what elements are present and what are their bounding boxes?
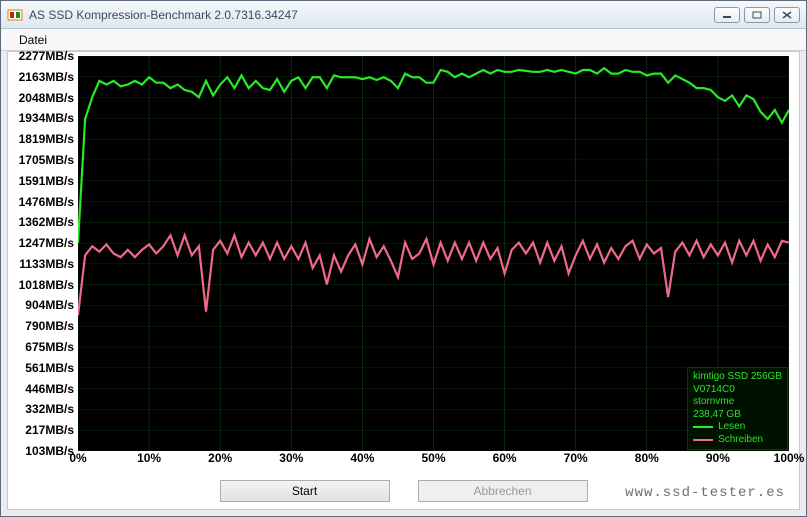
y-axis-labels: 103MB/s217MB/s332MB/s446MB/s561MB/s675MB…	[14, 56, 78, 451]
x-tick-label: 40%	[350, 451, 374, 465]
titlebar: AS SSD Kompression-Benchmark 2.0.7316.34…	[1, 1, 806, 29]
y-tick-label: 1476MB/s	[19, 195, 74, 209]
minimize-button[interactable]	[714, 7, 740, 23]
menu-file[interactable]: Datei	[11, 31, 55, 49]
plot: kimtigo SSD 256GB V0714C0 stornvme 238,4…	[78, 56, 789, 451]
button-bar: Start Abbrechen	[8, 473, 799, 509]
y-tick-label: 1247MB/s	[19, 236, 74, 250]
y-tick-label: 1133MB/s	[19, 257, 74, 271]
legend-nvme: stornvme	[693, 396, 782, 409]
client-area: 103MB/s 217MB/s 332MB/s 446MB/s 561MB/s 675MB…	[7, 51, 800, 510]
x-tick-label: 50%	[421, 451, 445, 465]
read-swatch	[693, 426, 713, 428]
legend-write-row: Schreiben	[693, 434, 782, 447]
cancel-button[interactable]: Abbrechen	[418, 480, 588, 502]
x-tick-label: 0%	[69, 451, 86, 465]
x-tick-label: 100%	[774, 451, 805, 465]
y-tick-label: 332MB/s	[25, 402, 74, 416]
legend-size: 238,47 GB	[693, 409, 782, 422]
x-tick-label: 80%	[635, 451, 659, 465]
y-tick-label: 2048MB/s	[19, 91, 74, 105]
legend-drive: kimtigo SSD 256GB	[693, 371, 782, 384]
chart-svg	[78, 56, 789, 451]
legend-read-label: Lesen	[718, 421, 745, 434]
y-tick-label: 675MB/s	[25, 340, 74, 354]
x-axis-labels: 0%10%20%30%40%50%60%70%80%90%100%	[78, 451, 789, 469]
x-tick-label: 10%	[137, 451, 161, 465]
legend: kimtigo SSD 256GB V0714C0 stornvme 238,4…	[687, 367, 788, 450]
y-tick-label: 1934MB/s	[19, 111, 74, 125]
y-tick-label: 217MB/s	[25, 423, 74, 437]
y-tick-label: 1705MB/s	[19, 153, 74, 167]
legend-write-label: Schreiben	[718, 434, 763, 447]
app-icon	[7, 7, 23, 23]
x-tick-label: 20%	[208, 451, 232, 465]
start-button[interactable]: Start	[220, 480, 390, 502]
x-tick-label: 60%	[493, 451, 517, 465]
window-title: AS SSD Kompression-Benchmark 2.0.7316.34…	[29, 8, 714, 22]
maximize-button[interactable]	[744, 7, 770, 23]
y-tick-label: 561MB/s	[25, 361, 74, 375]
window-controls	[714, 7, 800, 23]
chart-area: 103MB/s 217MB/s 332MB/s 446MB/s 561MB/s 675MB…	[14, 56, 793, 469]
legend-fw: V0714C0	[693, 384, 782, 397]
y-tick-label: 1362MB/s	[19, 215, 74, 229]
y-tick-label: 446MB/s	[25, 382, 74, 396]
y-tick-label: 103MB/s	[25, 444, 74, 458]
x-tick-label: 30%	[279, 451, 303, 465]
menubar: Datei	[1, 29, 806, 51]
x-tick-label: 90%	[706, 451, 730, 465]
y-tick-label: 1591MB/s	[19, 174, 74, 188]
app-window: AS SSD Kompression-Benchmark 2.0.7316.34…	[0, 0, 807, 517]
y-tick-label: 1018MB/s	[19, 278, 74, 292]
legend-read-row: Lesen	[693, 421, 782, 434]
close-button[interactable]	[774, 7, 800, 23]
y-tick-label: 904MB/s	[25, 298, 74, 312]
y-tick-label: 1819MB/s	[19, 132, 74, 146]
write-swatch	[693, 439, 713, 441]
y-tick-label: 2163MB/s	[19, 70, 74, 84]
y-tick-label: 790MB/s	[25, 319, 74, 333]
x-tick-label: 70%	[564, 451, 588, 465]
y-tick-label: 2277MB/s	[19, 49, 74, 63]
